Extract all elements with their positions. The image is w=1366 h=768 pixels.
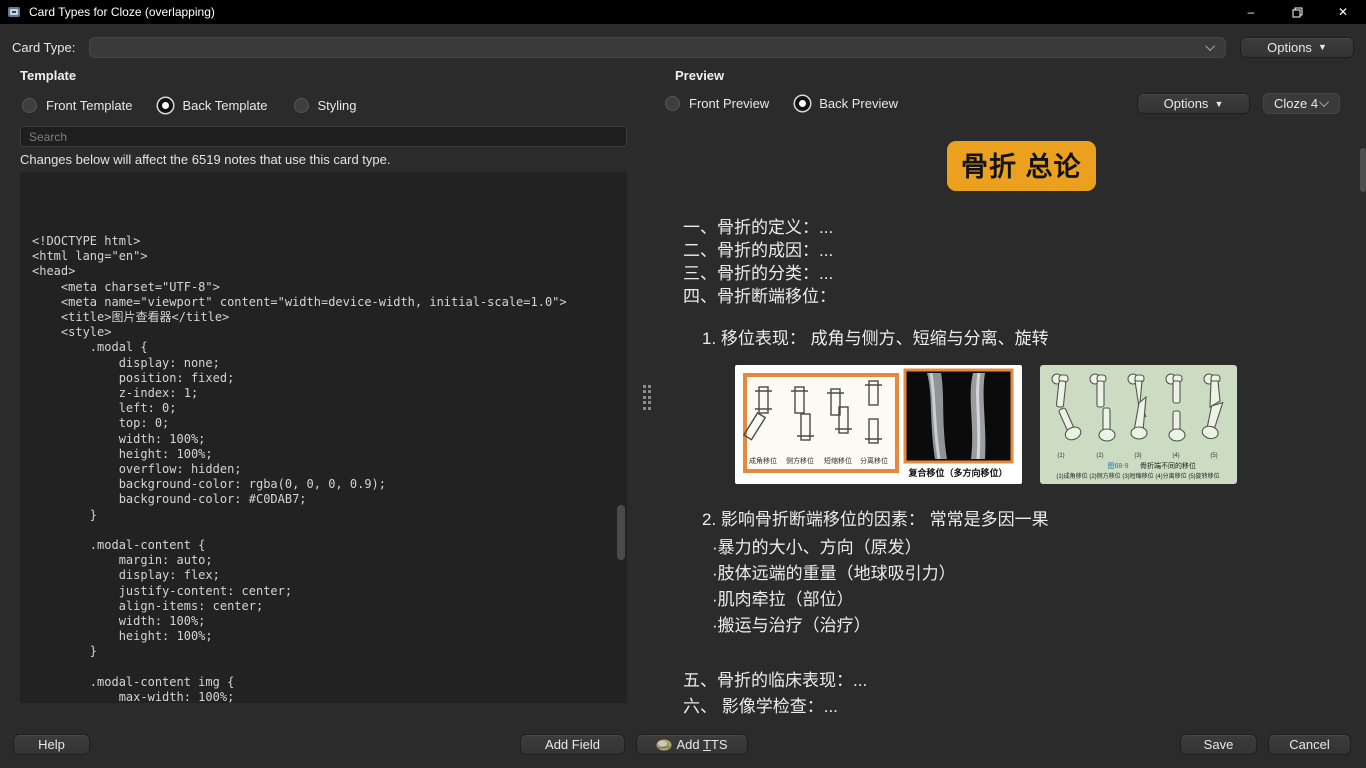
pane-splitter-handle[interactable] — [641, 383, 653, 411]
bone-number: (4) — [1172, 453, 1179, 459]
code-content[interactable]: <!DOCTYPE html> <html lang="en"> <head> … — [20, 172, 627, 703]
window-scrollbar-thumb[interactable] — [1360, 148, 1366, 192]
figure-row: 成角移位 侧方移位 短缩移位 分离移位 复合移位（多方向移位） — [655, 365, 1366, 484]
radio-back-preview-label: Back Preview — [819, 96, 898, 111]
radio-back-template-label: Back Template — [182, 98, 267, 113]
outline-item: 二、骨折的成因：... — [683, 239, 836, 262]
figure-title-caption: 骨折端不同的移位 — [1140, 461, 1196, 470]
editor-scrollbar-thumb[interactable] — [617, 505, 625, 560]
bone-number: (3) — [1134, 453, 1141, 459]
app-icon — [7, 5, 21, 19]
template-heading: Template — [20, 68, 76, 83]
card-title-badge: 骨折 总论 — [947, 141, 1096, 191]
radio-front-template[interactable]: Front Template — [22, 98, 132, 113]
radio-circle-icon — [294, 98, 309, 113]
chevron-down-icon — [1319, 97, 1329, 107]
template-radio-group: Front Template Back Template Styling — [22, 98, 357, 113]
diagram-label: 侧方移位 — [786, 456, 814, 465]
figure-number-caption: 图68-9 — [1107, 462, 1128, 470]
window-title: Card Types for Cloze (overlapping) — [29, 5, 215, 19]
card-type-label: Card Type: — [12, 40, 75, 55]
chevron-down-icon — [1205, 41, 1215, 51]
radio-circle-icon — [22, 98, 37, 113]
card-outline: 一、骨折的定义：... 二、骨折的成因：... 三、骨折的分类：... 四、骨折… — [683, 216, 836, 308]
diagram-label: 分离移位 — [860, 456, 888, 465]
diagram-label: 短缩移位 — [824, 456, 852, 465]
maximize-button[interactable] — [1274, 0, 1320, 24]
radio-back-preview[interactable]: Back Preview — [795, 96, 898, 111]
preview-options-button[interactable]: Options ▼ — [1137, 93, 1250, 114]
displacement-diagram-figure: 成角移位 侧方移位 短缩移位 分离移位 复合移位（多方向移位） — [735, 365, 1022, 484]
xray-image — [905, 370, 1012, 462]
options-button-label: Options — [1267, 40, 1312, 55]
radio-styling-label: Styling — [318, 98, 357, 113]
bullet-item: ·肢体远端的重量（地球吸引力） — [712, 559, 956, 584]
bone-number: (5) — [1210, 453, 1217, 459]
bullet-item: ·肌肉牵拉（部位） — [712, 585, 854, 610]
close-icon: ✕ — [1338, 5, 1348, 19]
outline-item: 一、骨折的定义：... — [683, 216, 836, 239]
xray-caption: 复合移位（多方向移位） — [907, 467, 1007, 478]
close-button[interactable]: ✕ — [1320, 0, 1366, 24]
cancel-button[interactable]: Cancel — [1268, 734, 1351, 755]
cancel-button-label: Cancel — [1289, 737, 1329, 752]
notes-affected-message: Changes below will affect the 6519 notes… — [20, 152, 391, 167]
minimize-button[interactable]: – — [1228, 0, 1274, 24]
titlebar: Card Types for Cloze (overlapping) – ✕ — [0, 0, 1366, 24]
outline-subitem: 2. 影响骨折断端移位的因素： 常常是多因一果 — [702, 505, 1049, 530]
dropdown-arrow-icon: ▼ — [1214, 99, 1223, 109]
save-button[interactable]: Save — [1180, 734, 1257, 755]
radio-circle-icon — [665, 96, 680, 111]
bone-number: (1) — [1057, 453, 1064, 459]
outline-item: 四、骨折断端移位： — [683, 285, 836, 308]
card-type-options-button[interactable]: Options ▼ — [1240, 37, 1354, 58]
radio-styling[interactable]: Styling — [294, 98, 357, 113]
radio-front-preview[interactable]: Front Preview — [665, 96, 769, 111]
outline-item: 六、 影像学检查：... — [683, 692, 838, 717]
preview-heading: Preview — [675, 68, 724, 83]
diagram-label: 成角移位 — [749, 456, 777, 465]
add-tts-button[interactable]: Add TTS — [636, 734, 748, 755]
figure-items-caption: (1)成角移位 (2)侧方移位 (3)短缩移位 (4)分离移位 (5)旋转移位 — [1056, 472, 1219, 480]
add-tts-button-label: Add TTS — [676, 737, 727, 752]
add-field-button-label: Add Field — [545, 737, 600, 752]
outline-item: 三、骨折的分类：... — [683, 262, 836, 285]
radio-front-preview-label: Front Preview — [689, 96, 769, 111]
tts-speaker-icon — [656, 738, 672, 751]
dropdown-arrow-icon: ▼ — [1318, 42, 1327, 52]
restore-icon — [1292, 7, 1303, 18]
displacement-diagram-panel: 成角移位 侧方移位 短缩移位 分离移位 复合移位（多方向移位） — [735, 365, 1022, 484]
preview-card: 骨折 总论 一、骨折的定义：... 二、骨折的成因：... 三、骨折的分类：..… — [655, 120, 1366, 734]
bone-displacement-figure: (1) (2) (3) (4) (5) 图68-9 骨折端不同的移位 (1)成角… — [1040, 365, 1237, 484]
radio-front-template-label: Front Template — [46, 98, 132, 113]
template-code-editor[interactable]: <!DOCTYPE html> <html lang="en"> <head> … — [20, 172, 627, 703]
outline-item: 五、骨折的临床表现：... — [683, 666, 867, 691]
radio-selected-icon — [158, 98, 173, 113]
help-button-label: Help — [38, 737, 65, 752]
outline-subitem: 1. 移位表现： 成角与侧方、短缩与分离、旋转 — [702, 324, 1049, 349]
help-button[interactable]: Help — [13, 734, 90, 755]
card-type-combobox[interactable] — [89, 37, 1226, 58]
bone-displacement-panel: (1) (2) (3) (4) (5) 图68-9 骨折端不同的移位 (1)成角… — [1040, 365, 1237, 484]
search-input[interactable] — [20, 126, 627, 147]
add-field-button[interactable]: Add Field — [520, 734, 625, 755]
minimize-icon: – — [1248, 5, 1255, 19]
preview-radio-group: Front Preview Back Preview — [665, 96, 898, 111]
bullet-item: ·暴力的大小、方向（原发） — [712, 533, 922, 558]
bone-number: (2) — [1096, 453, 1103, 459]
radio-selected-icon — [795, 96, 810, 111]
bullet-item: ·搬运与治疗（治疗） — [712, 611, 871, 636]
options-button-label: Options — [1164, 96, 1209, 111]
cloze-selector[interactable]: Cloze 4 — [1263, 93, 1340, 114]
save-button-label: Save — [1204, 737, 1234, 752]
cloze-selector-value: Cloze 4 — [1274, 96, 1318, 111]
card-type-bar: Card Type: Options ▼ — [0, 28, 1366, 66]
radio-back-template[interactable]: Back Template — [158, 98, 267, 113]
